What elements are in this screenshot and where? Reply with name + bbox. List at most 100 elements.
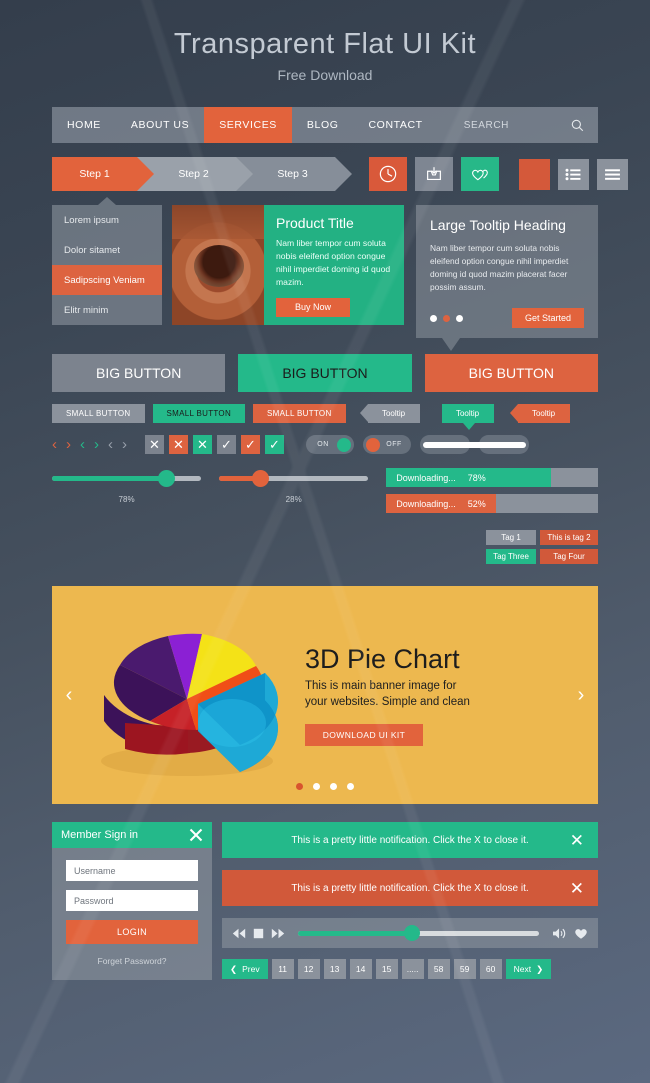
tooltip-heading: Large Tooltip Heading bbox=[430, 217, 566, 233]
small-button-orange[interactable]: SMALL BUTTON bbox=[253, 404, 346, 424]
close-icon[interactable]: ✕ bbox=[570, 880, 584, 897]
menu-lines-button[interactable] bbox=[597, 158, 628, 190]
side-menu-item-elitr-minim[interactable]: Elitr minim bbox=[52, 295, 162, 325]
chevron-right-icon-orange[interactable]: › bbox=[66, 436, 71, 453]
progress-label: Downloading... bbox=[396, 498, 456, 509]
check-checkbox-orange[interactable]: ✓ bbox=[241, 435, 260, 455]
close-icon[interactable]: ✕ bbox=[570, 832, 584, 849]
toggle-slider-green[interactable] bbox=[420, 435, 480, 455]
check-checkbox-green[interactable]: ✓ bbox=[265, 435, 284, 455]
banner-dot-4[interactable] bbox=[347, 783, 354, 791]
tag-1[interactable]: Tag 1 bbox=[486, 530, 536, 546]
chevron-left-icon-green[interactable]: ‹ bbox=[80, 436, 85, 453]
search-input[interactable]: SEARCH bbox=[464, 120, 509, 131]
chevron-left-icon-grey[interactable]: ‹ bbox=[108, 436, 113, 453]
pagination-page[interactable]: 58 bbox=[427, 959, 450, 980]
get-started-button[interactable]: Get Started bbox=[512, 308, 584, 329]
slider-green[interactable]: 78% bbox=[52, 468, 202, 505]
nav-item-contact[interactable]: CONTACT bbox=[354, 107, 438, 143]
big-button-grey[interactable]: BIG BUTTON bbox=[52, 354, 226, 393]
slider-knob[interactable] bbox=[157, 470, 175, 488]
side-menu-item-lorem-ipsum[interactable]: Lorem ipsum bbox=[52, 205, 162, 235]
login-button[interactable]: LOGIN bbox=[66, 920, 198, 945]
side-menu-item-dolor-sitamet[interactable]: Dolor sitamet bbox=[52, 235, 162, 265]
close-icon[interactable] bbox=[189, 828, 203, 842]
tag-2[interactable]: This is tag 2 bbox=[540, 530, 598, 546]
fast-forward-icon[interactable] bbox=[271, 928, 285, 939]
check-checkbox-grey[interactable]: ✓ bbox=[217, 435, 236, 455]
nav-item-about-us[interactable]: ABOUT US bbox=[116, 107, 204, 143]
chevron-left-icon-orange[interactable]: ‹ bbox=[52, 436, 57, 453]
pagination-page[interactable]: 59 bbox=[453, 959, 476, 980]
page-header: Transparent Flat UI Kit Free Download bbox=[0, 0, 650, 83]
clock-button[interactable] bbox=[369, 157, 407, 191]
big-button-row: BIG BUTTON BIG BUTTON BIG BUTTON bbox=[52, 354, 598, 393]
tag-grid: Tag 1 This is tag 2 Tag Three Tag Four bbox=[486, 530, 598, 565]
chevron-right-icon-grey[interactable]: › bbox=[122, 436, 127, 453]
inbox-download-button[interactable] bbox=[415, 157, 453, 191]
heart-icon[interactable] bbox=[574, 927, 588, 940]
list-view-button[interactable] bbox=[558, 158, 589, 190]
pagination-page[interactable]: 14 bbox=[349, 959, 372, 980]
side-menu-item-sadipscing-veniam[interactable]: Sadipscing Veniam bbox=[52, 265, 162, 295]
banner-next-button[interactable]: › bbox=[564, 684, 598, 707]
password-input[interactable]: Password bbox=[66, 890, 198, 912]
big-button-green[interactable]: BIG BUTTON bbox=[238, 354, 412, 393]
close-checkbox-grey[interactable]: ✕ bbox=[145, 435, 164, 455]
stop-icon[interactable] bbox=[253, 928, 264, 939]
download-ui-kit-button[interactable]: DOWNLOAD UI KIT bbox=[305, 724, 423, 747]
chevron-right-icon-green[interactable]: › bbox=[94, 436, 99, 453]
pie-chart-graphic bbox=[80, 603, 295, 788]
tooltip-dot-3[interactable] bbox=[456, 314, 463, 322]
blank-orange-button[interactable] bbox=[519, 158, 550, 190]
close-checkbox-green[interactable]: ✕ bbox=[193, 435, 212, 455]
menu-lines-icon bbox=[605, 168, 620, 180]
player-progress-knob[interactable] bbox=[404, 924, 421, 941]
pagination-page[interactable]: 13 bbox=[323, 959, 346, 980]
toggle-on[interactable]: ON bbox=[306, 435, 354, 455]
tooltip-dot-1[interactable] bbox=[430, 314, 437, 322]
sign-in-header: Member Sign in bbox=[52, 822, 212, 849]
pagination-page[interactable]: 12 bbox=[297, 959, 320, 980]
banner-body: This is main banner image for your websi… bbox=[305, 680, 470, 708]
slider-knob[interactable] bbox=[251, 470, 269, 488]
tag-three[interactable]: Tag Three bbox=[486, 549, 536, 565]
banner-dot-3[interactable] bbox=[330, 783, 337, 791]
slider-green-value: 78% bbox=[118, 495, 135, 505]
nav-item-services[interactable]: SERVICES bbox=[204, 107, 292, 143]
nav-item-blog[interactable]: BLOG bbox=[292, 107, 354, 143]
notification-text: This is a pretty little notification. Cl… bbox=[291, 882, 529, 894]
pagination-prev-button[interactable]: ❮ Prev bbox=[222, 959, 268, 980]
toggle-off[interactable]: OFF bbox=[363, 435, 411, 455]
banner-dot-1[interactable] bbox=[296, 783, 303, 791]
nav-item-home[interactable]: HOME bbox=[52, 107, 116, 143]
slider-orange[interactable]: 28% bbox=[219, 468, 369, 504]
hearts-button[interactable] bbox=[461, 157, 499, 191]
notification-green: This is a pretty little notification. Cl… bbox=[222, 822, 598, 859]
buy-now-button[interactable]: Buy Now bbox=[276, 297, 350, 317]
username-input[interactable]: Username bbox=[66, 860, 198, 882]
pagination-page[interactable]: 60 bbox=[479, 959, 502, 980]
pagination-page[interactable]: 11 bbox=[271, 959, 294, 980]
pagination: ❮ Prev 11 12 13 14 15 ..... 58 59 60 Nex… bbox=[222, 959, 598, 980]
tooltip-dot-2[interactable] bbox=[443, 314, 450, 322]
tooltip-body: Nam liber tempor cum soluta nobis eleife… bbox=[430, 243, 569, 293]
search-icon[interactable] bbox=[571, 119, 584, 132]
pagination-next-button[interactable]: Next ❯ bbox=[505, 959, 552, 980]
search-area[interactable]: SEARCH bbox=[464, 107, 598, 143]
tag-four[interactable]: Tag Four bbox=[540, 549, 598, 565]
small-button-green[interactable]: SMALL BUTTON bbox=[152, 404, 246, 424]
close-checkbox-orange[interactable]: ✕ bbox=[169, 435, 188, 455]
player-progress-track[interactable] bbox=[298, 924, 539, 941]
small-button-grey[interactable]: SMALL BUTTON bbox=[52, 404, 145, 424]
forget-password-link[interactable]: Forget Password? bbox=[66, 956, 198, 966]
banner-dot-2[interactable] bbox=[313, 783, 320, 791]
big-button-orange[interactable]: BIG BUTTON bbox=[424, 354, 598, 393]
pagination-page[interactable]: 15 bbox=[375, 959, 398, 980]
step-1[interactable]: Step 1 bbox=[52, 157, 154, 191]
product-card: Product Title Nam liber tempor cum solut… bbox=[172, 205, 404, 325]
bottom-section: Member Sign in Username Password LOGIN F… bbox=[52, 822, 598, 981]
toggle-slider-orange[interactable] bbox=[469, 435, 529, 455]
rewind-icon[interactable] bbox=[232, 928, 246, 939]
volume-icon[interactable] bbox=[552, 927, 567, 940]
